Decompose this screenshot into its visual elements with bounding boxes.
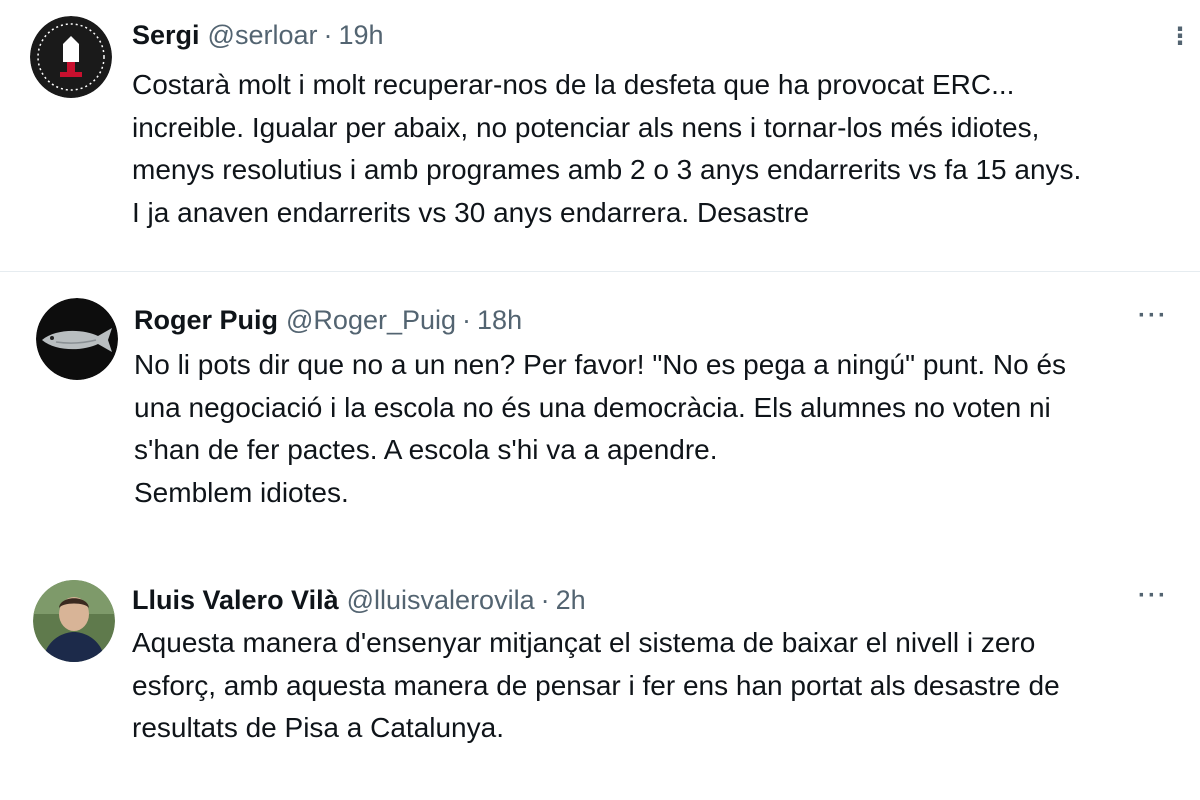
badge-avatar-icon [30, 16, 112, 98]
author-handle[interactable]: @Roger_Puig [286, 305, 456, 335]
tweet-text: Costarà molt i molt recuperar-nos de la … [132, 69, 1082, 228]
more-options-icon[interactable]: ··· [1138, 582, 1168, 610]
avatar[interactable] [30, 16, 112, 98]
author-name[interactable]: Lluis Valero Vilà [132, 585, 339, 615]
more-options-icon[interactable]: ⋮ [1168, 22, 1194, 51]
tweet-text: No li pots dir que no a un nen? Per favo… [134, 349, 1067, 508]
avatar[interactable] [33, 580, 115, 662]
tweet[interactable]: Lluis Valero Vilà @lluisvalerovila · 2h Aqu… [0, 556, 1200, 800]
separator-dot: · [540, 585, 550, 615]
tweet-header: Roger Puig @Roger_Puig · 18h [134, 304, 522, 336]
tweet[interactable]: Sergi @serloar · 19h ⋮ Costarà molt i molt … [0, 0, 1200, 272]
timestamp[interactable]: 18h [477, 305, 522, 335]
more-options-icon[interactable]: ··· [1138, 302, 1168, 330]
separator-dot: · [462, 305, 472, 335]
timestamp[interactable]: 19h [338, 20, 383, 50]
author-handle[interactable]: @lluisvalerovila [347, 585, 535, 615]
author-name[interactable]: Sergi [132, 20, 200, 50]
tweet-header: Sergi @serloar · 19h [132, 19, 384, 51]
tweet-header: Lluis Valero Vilà @lluisvalerovila · 2h [132, 584, 586, 616]
person-photo-avatar-icon [33, 580, 115, 662]
author-name[interactable]: Roger Puig [134, 305, 278, 335]
avatar[interactable] [36, 298, 118, 380]
tweet-text: Aquesta manera d'ensenyar mitjançat el s… [132, 627, 1060, 743]
timestamp[interactable]: 2h [556, 585, 586, 615]
separator-dot: · [323, 20, 333, 50]
author-handle[interactable]: @serloar [208, 20, 318, 50]
fish-avatar-icon [36, 298, 118, 380]
tweet[interactable]: Roger Puig @Roger_Puig · 18h No li pots dir… [0, 274, 1200, 520]
